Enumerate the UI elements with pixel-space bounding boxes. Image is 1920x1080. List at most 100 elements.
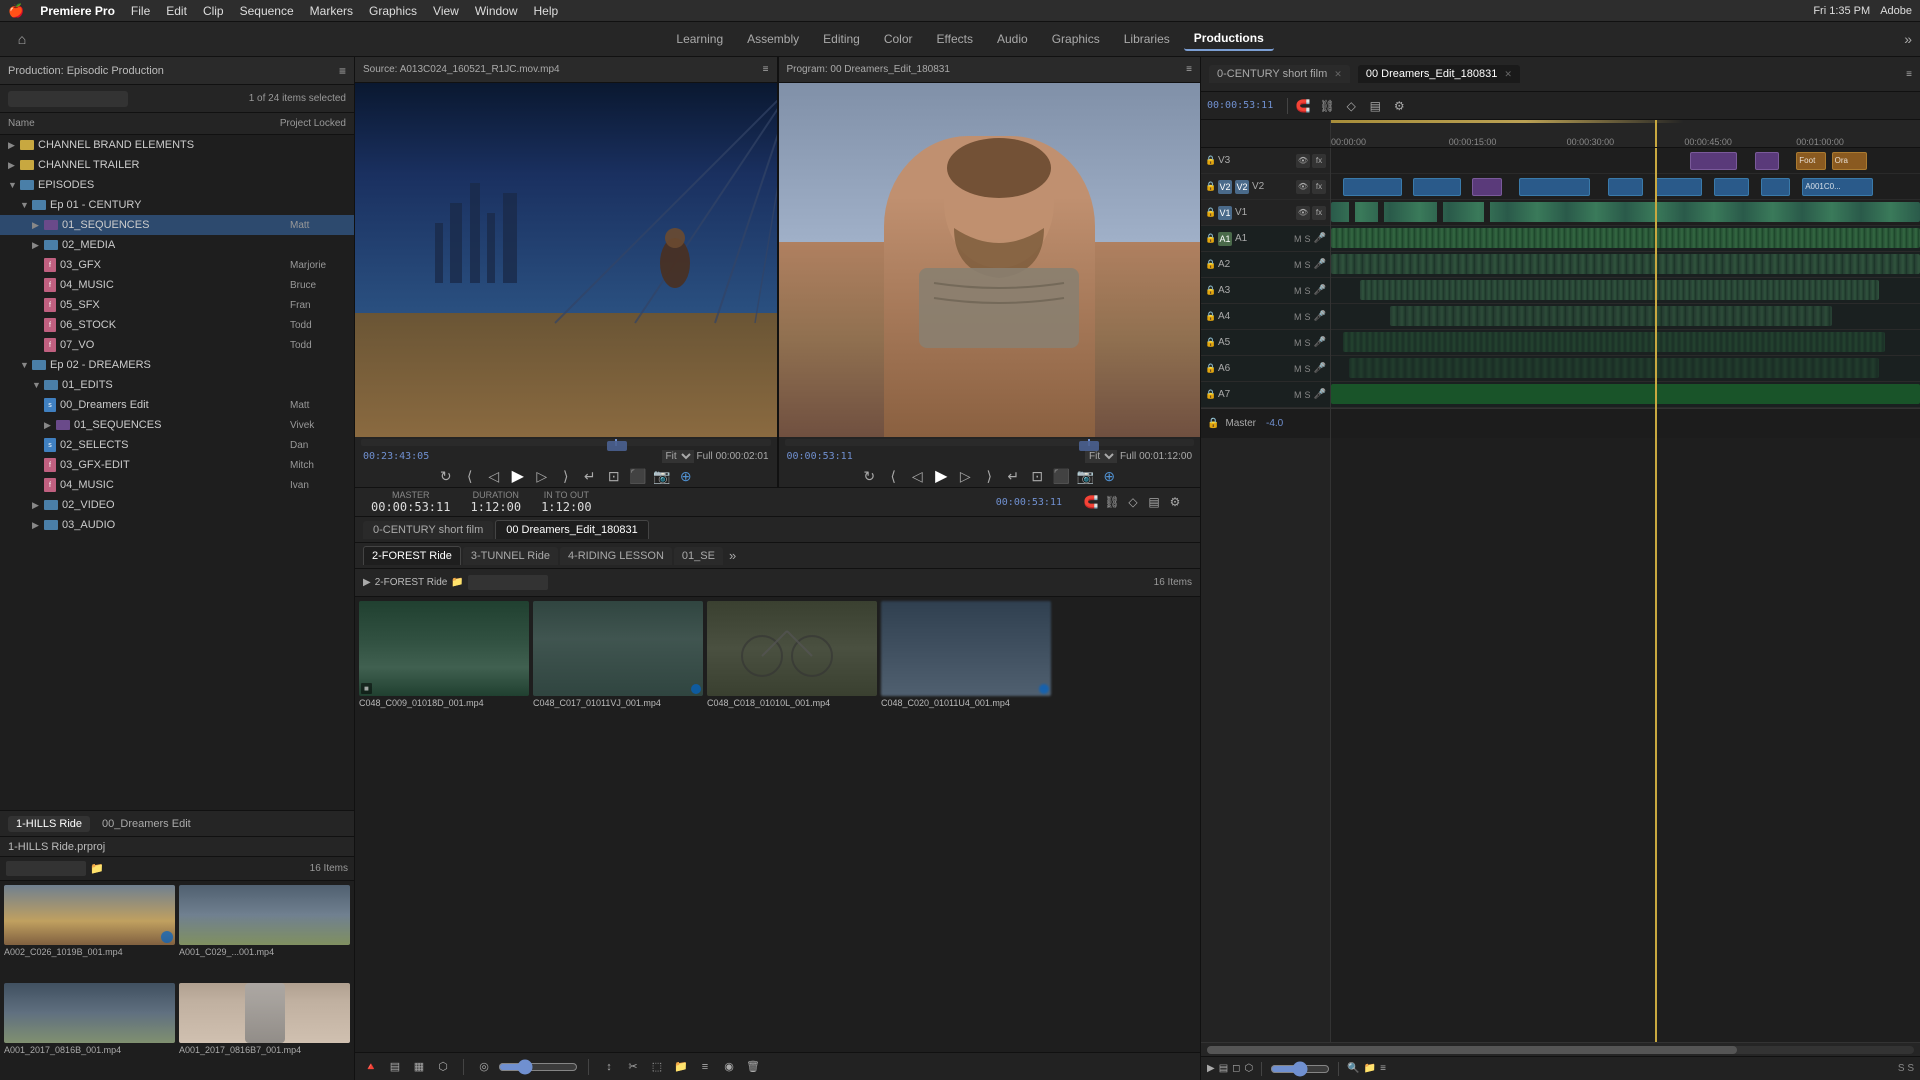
bin-icon[interactable]: 📁 xyxy=(451,577,463,588)
prog-btn-loop[interactable]: ↻ xyxy=(859,468,879,485)
bin-clip-tab-2[interactable]: 4-RIDING LESSON xyxy=(560,547,672,565)
toolbar-btn-cut[interactable]: ✂ xyxy=(623,1060,643,1073)
toolbar-btn-3[interactable]: ⬡ xyxy=(433,1060,453,1073)
bin-tab-century[interactable]: 0-CENTURY short film xyxy=(363,521,493,539)
track-source-v2[interactable]: V2 xyxy=(1235,180,1249,194)
search-input[interactable] xyxy=(8,91,128,107)
tree-item-ep02[interactable]: ▼ Ep 02 - DREAMERS xyxy=(0,355,354,375)
program-monitor-menu[interactable]: ≡ xyxy=(1186,64,1192,75)
bin-thumb-2[interactable]: C048_C018_01010L_001.mp4 xyxy=(707,601,877,1048)
toolbar-btn-4[interactable]: ⬚ xyxy=(647,1060,667,1073)
timeline-tab-dreamers[interactable]: 00 Dreamers_Edit_180831 ✕ xyxy=(1358,65,1520,83)
menu-help[interactable]: Help xyxy=(534,4,559,18)
home-button[interactable]: ⌂ xyxy=(8,25,36,53)
lock-icon-a5[interactable]: 🔒 xyxy=(1205,337,1215,348)
track-s-a5[interactable]: S xyxy=(1305,338,1311,348)
workspace-more-button[interactable]: » xyxy=(1904,31,1912,47)
clip-v3-3[interactable]: Ora xyxy=(1832,152,1867,170)
toolbar-btn-7[interactable]: ◉ xyxy=(719,1060,739,1073)
tree-item-03-gfx-edit[interactable]: f 03_GFX-EDIT Mitch xyxy=(0,455,354,475)
bottom-search-input[interactable] xyxy=(6,861,86,876)
toolbar-btn-5[interactable]: 📁 xyxy=(671,1060,691,1073)
lock-icon-a7[interactable]: 🔒 xyxy=(1205,389,1215,400)
prog-btn-prev-frame[interactable]: ◁ xyxy=(907,468,927,485)
a4-waveform[interactable] xyxy=(1390,306,1832,326)
tbtn-eye-v3[interactable]: 👁 xyxy=(1296,154,1310,168)
toolbar-btn-1[interactable]: ▤ xyxy=(385,1060,405,1073)
tree-item-06-stock[interactable]: f 06_STOCK Todd xyxy=(0,315,354,335)
a5-waveform[interactable] xyxy=(1343,332,1885,352)
tl-btn-settings[interactable]: ⚙ xyxy=(1390,99,1408,113)
tl-link-btn[interactable]: ⛓ xyxy=(1103,495,1121,509)
menu-markers[interactable]: Markers xyxy=(310,4,353,18)
v1-clip-block[interactable] xyxy=(1331,202,1920,222)
tree-item-channel-brand[interactable]: ▶ CHANNEL BRAND ELEMENTS xyxy=(0,135,354,155)
track-m-a5[interactable]: M xyxy=(1294,338,1302,348)
tl-marker-btn[interactable]: ◇ xyxy=(1124,495,1142,509)
tl-btn-link[interactable]: ⛓ xyxy=(1318,99,1336,113)
track-target-a1[interactable]: A1 xyxy=(1218,232,1232,246)
clip-v2-3[interactable] xyxy=(1519,178,1590,196)
source-btn-step-forward[interactable]: ⟩ xyxy=(556,468,576,485)
lock-icon-a6[interactable]: 🔒 xyxy=(1205,363,1215,374)
track-s-a3[interactable]: S xyxy=(1305,286,1311,296)
clip-v2-0[interactable] xyxy=(1343,178,1402,196)
tree-item-01-sequences[interactable]: ▶ 01_SEQUENCES Matt xyxy=(0,215,354,235)
tl-toolbar-btn-list[interactable]: ≡ xyxy=(1380,1063,1386,1074)
tree-item-05-sfx[interactable]: f 05_SFX Fran xyxy=(0,295,354,315)
lock-icon-a1[interactable]: 🔒 xyxy=(1205,233,1215,244)
tl-snap-btn[interactable]: 🧲 xyxy=(1082,495,1100,509)
source-monitor-menu[interactable]: ≡ xyxy=(763,64,769,75)
tl-toolbar-btn-1[interactable]: ▤ xyxy=(1219,1063,1228,1074)
toolbar-btn-sort[interactable]: ↕ xyxy=(599,1061,619,1073)
track-m-a1[interactable]: M xyxy=(1294,234,1302,244)
bin-thumb-1[interactable]: C048_C017_01011VJ_001.mp4 xyxy=(533,601,703,1048)
tree-item-episodes[interactable]: ▼ EPISODES xyxy=(0,175,354,195)
a7-music-clip[interactable] xyxy=(1331,384,1920,404)
tab-audio[interactable]: Audio xyxy=(987,28,1038,50)
track-m-a2[interactable]: M xyxy=(1294,260,1302,270)
menu-sequence[interactable]: Sequence xyxy=(240,4,294,18)
tl-btn-track[interactable]: ▤ xyxy=(1366,99,1384,113)
tree-item-02-selects[interactable]: s 02_SELECTS Dan xyxy=(0,435,354,455)
clip-v2-2[interactable] xyxy=(1472,178,1501,196)
bin-tab-dreamers[interactable]: 00 Dreamers_Edit_180831 xyxy=(495,520,648,539)
source-btn-next-frame[interactable]: ▷ xyxy=(532,468,552,485)
tree-item-04-music[interactable]: f 04_MUSIC Bruce xyxy=(0,275,354,295)
tab-graphics[interactable]: Graphics xyxy=(1042,28,1110,50)
tree-item-02-video[interactable]: ▶ 02_VIDEO xyxy=(0,495,354,515)
apple-logo[interactable]: 🍎 xyxy=(8,3,24,19)
tree-item-07-vo[interactable]: f 07_VO Todd xyxy=(0,335,354,355)
tbtn-fx-v2[interactable]: fx xyxy=(1312,180,1326,194)
tbtn-eye-v1[interactable]: 👁 xyxy=(1296,206,1310,220)
menu-clip[interactable]: Clip xyxy=(203,4,224,18)
prog-btn-next-frame[interactable]: ▷ xyxy=(955,468,975,485)
source-btn-loop[interactable]: ↻ xyxy=(436,468,456,485)
program-fit-select[interactable]: Fit xyxy=(1085,450,1117,463)
timeline-tab-close-1[interactable]: ✕ xyxy=(1504,69,1512,79)
toolbar-btn-0[interactable]: 🔺 xyxy=(361,1060,381,1073)
track-m-a3[interactable]: M xyxy=(1294,286,1302,296)
tl-toolbar-btn-3[interactable]: ⬡ xyxy=(1244,1063,1253,1074)
clip-v3-2[interactable]: Foot xyxy=(1796,152,1825,170)
tl-btn-mark[interactable]: ◇ xyxy=(1342,99,1360,113)
lock-icon-v3[interactable]: 🔒 xyxy=(1205,155,1215,166)
prog-btn-insert[interactable]: ↵ xyxy=(1003,468,1023,485)
a1-waveform[interactable] xyxy=(1331,228,1920,248)
bin-more-tabs-btn[interactable]: » xyxy=(729,548,736,563)
bin-search-input[interactable] xyxy=(468,575,548,590)
bin-thumb-3[interactable]: C048_C020_01011U4_001.mp4 xyxy=(881,601,1051,1048)
track-target-v2[interactable]: V2 xyxy=(1218,180,1232,194)
bottom-tab-hills-ride[interactable]: 1-HILLS Ride xyxy=(8,816,90,832)
tl-toolbar-btn-0[interactable]: ▶ xyxy=(1207,1063,1215,1074)
tab-productions[interactable]: Productions xyxy=(1184,27,1274,51)
tab-libraries[interactable]: Libraries xyxy=(1114,28,1180,50)
track-s-a2[interactable]: S xyxy=(1305,260,1311,270)
track-m-a4[interactable]: M xyxy=(1294,312,1302,322)
tree-item-channel-trailer[interactable]: ▶ CHANNEL TRAILER xyxy=(0,155,354,175)
tree-item-02-media[interactable]: ▶ 02_MEDIA xyxy=(0,235,354,255)
tree-item-03-audio[interactable]: ▶ 03_AUDIO xyxy=(0,515,354,535)
source-btn-camera[interactable]: ⬛ xyxy=(628,468,648,485)
tree-item-ep02-sequences[interactable]: ▶ 01_SEQUENCES Vivek xyxy=(0,415,354,435)
timeline-tab-century[interactable]: 0-CENTURY short film ✕ xyxy=(1209,65,1350,83)
